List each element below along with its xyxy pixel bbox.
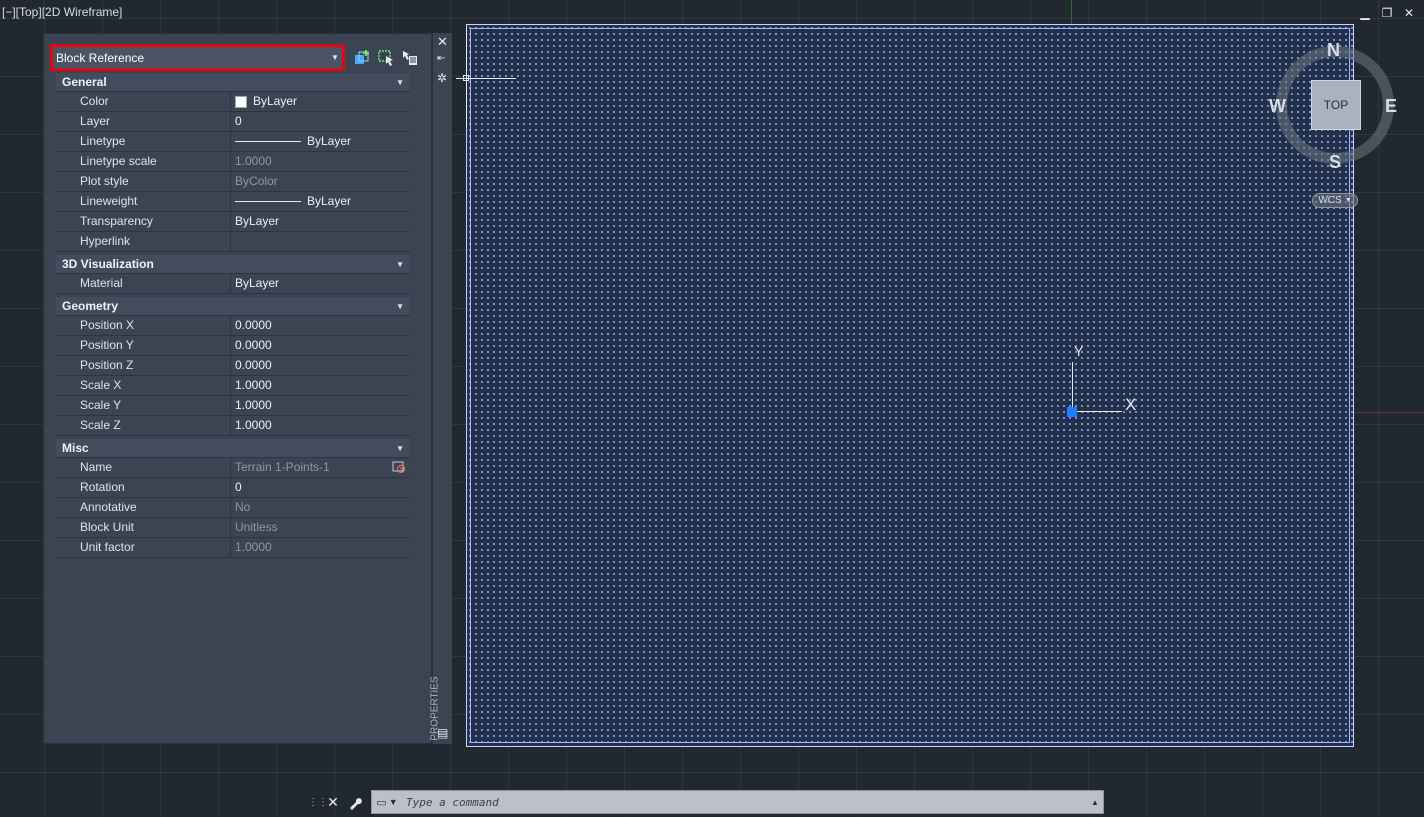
lineweight-preview-icon xyxy=(235,201,301,202)
terrain-point-grid[interactable] xyxy=(466,24,1354,747)
palette-menu-icon[interactable]: ▤ xyxy=(437,726,448,740)
chevron-down-icon: ▼ xyxy=(396,443,404,453)
compass-north[interactable]: N xyxy=(1327,40,1340,61)
compass-west[interactable]: W xyxy=(1269,96,1286,117)
ucs-y-axis xyxy=(1072,362,1073,412)
property-row-scale-x[interactable]: Scale X 1.0000 xyxy=(56,376,410,396)
property-row-transparency[interactable]: Transparency ByLayer xyxy=(56,212,410,232)
property-row-position-y[interactable]: Position Y 0.0000 xyxy=(56,336,410,356)
wcs-label: WCS xyxy=(1318,195,1342,206)
property-row-linetype-scale[interactable]: Linetype scale 1.0000 xyxy=(56,152,410,172)
selection-boundary xyxy=(470,28,1350,743)
select-objects-icon xyxy=(378,50,393,66)
palette-title: PROPERTIES xyxy=(429,676,441,741)
chevron-down-icon: ▼ xyxy=(388,797,398,807)
chevron-down-icon: ▼ xyxy=(331,53,339,62)
property-row-unit-factor[interactable]: Unit factor 1.0000 xyxy=(56,538,410,558)
chevron-down-icon: ▼ xyxy=(396,301,404,311)
block-editor-icon[interactable] xyxy=(392,460,406,474)
property-row-color[interactable]: Color ByLayer xyxy=(56,92,410,112)
quick-select-icon xyxy=(403,51,417,65)
restore-icon[interactable]: ❐ xyxy=(1380,6,1394,20)
ucs-origin-grip[interactable] xyxy=(1067,407,1077,417)
chevron-down-icon: ▼ xyxy=(396,77,404,87)
property-row-hyperlink[interactable]: Hyperlink xyxy=(56,232,410,252)
command-line[interactable]: ▭ ▼ Type a command ▲ xyxy=(371,790,1104,814)
viewport-label[interactable]: [−][Top][2D Wireframe] xyxy=(2,5,122,19)
terminal-icon: ▭ xyxy=(376,796,387,809)
properties-grid: General ▼ Color ByLayer Layer 0 Linetype … xyxy=(56,73,410,558)
pickadd-icon xyxy=(355,50,369,64)
property-row-plot-style[interactable]: Plot style ByColor xyxy=(56,172,410,192)
compass-east[interactable]: E xyxy=(1385,96,1397,117)
property-row-annotative[interactable]: Annotative No xyxy=(56,498,410,518)
ucs-x-label: X xyxy=(1125,395,1137,414)
property-row-material[interactable]: Material ByLayer xyxy=(56,274,410,294)
ucs-y-label: Y xyxy=(1074,343,1084,359)
section-header-3d-visualization[interactable]: 3D Visualization ▼ xyxy=(56,255,410,274)
recent-commands-button[interactable]: ▭ ▼ xyxy=(372,791,402,813)
palette-settings-icon[interactable]: ✲ xyxy=(437,71,447,85)
viewcube-top-face[interactable]: TOP xyxy=(1311,80,1361,130)
command-input[interactable]: Type a command xyxy=(402,796,1087,809)
viewport-window-controls: ▁ ❐ ✕ xyxy=(1358,6,1416,20)
command-history-up-icon[interactable]: ▲ xyxy=(1087,798,1103,807)
property-row-lineweight[interactable]: Lineweight ByLayer xyxy=(56,192,410,212)
customize-wrench-icon[interactable] xyxy=(344,791,366,813)
object-type-value: Block Reference xyxy=(56,50,145,65)
minimize-icon[interactable]: ▁ xyxy=(1358,6,1372,20)
quick-select-button[interactable] xyxy=(400,48,420,68)
property-row-position-z[interactable]: Position Z 0.0000 xyxy=(56,356,410,376)
section-header-general[interactable]: General ▼ xyxy=(56,73,410,92)
ucs-x-axis xyxy=(1072,411,1122,412)
chevron-down-icon: ▼ xyxy=(1344,197,1352,204)
linetype-preview-icon xyxy=(235,141,301,142)
drag-handle-icon[interactable]: ⋮⋮ xyxy=(308,792,328,812)
color-swatch-icon xyxy=(235,95,247,108)
property-row-linetype[interactable]: Linetype ByLayer xyxy=(56,132,410,152)
command-line-toolbar: ⋮⋮ ✕ xyxy=(308,790,366,814)
close-command-line-icon[interactable]: ✕ xyxy=(322,791,344,813)
property-row-position-x[interactable]: Position X 0.0000 xyxy=(56,316,410,336)
property-row-scale-z[interactable]: Scale Z 1.0000 xyxy=(56,416,410,436)
chevron-down-icon: ▼ xyxy=(396,259,404,269)
auto-hide-icon[interactable]: ⇤ xyxy=(437,53,445,64)
property-row-rotation[interactable]: Rotation 0 xyxy=(56,478,410,498)
object-type-dropdown[interactable]: Block Reference ▼ xyxy=(50,44,345,71)
wcs-menu-button[interactable]: WCS ▼ xyxy=(1312,193,1358,208)
property-row-name[interactable]: Name Terrain 1-Points-1 xyxy=(56,458,410,478)
close-palette-icon[interactable]: ✕ xyxy=(437,34,448,50)
compass-south[interactable]: S xyxy=(1329,152,1341,173)
select-objects-button[interactable] xyxy=(376,48,396,68)
toggle-pickadd-button[interactable] xyxy=(352,48,372,68)
properties-palette-titlebar[interactable]: ✕ ⇤ ✲ PROPERTIES ▤ xyxy=(430,33,452,744)
section-header-geometry[interactable]: Geometry ▼ xyxy=(56,297,410,316)
section-header-misc[interactable]: Misc ▼ xyxy=(56,439,410,458)
property-row-scale-y[interactable]: Scale Y 1.0000 xyxy=(56,396,410,416)
crosshair-pickbox xyxy=(463,75,469,81)
property-row-block-unit[interactable]: Block Unit Unitless xyxy=(56,518,410,538)
property-row-layer[interactable]: Layer 0 xyxy=(56,112,410,132)
close-icon[interactable]: ✕ xyxy=(1402,6,1416,20)
